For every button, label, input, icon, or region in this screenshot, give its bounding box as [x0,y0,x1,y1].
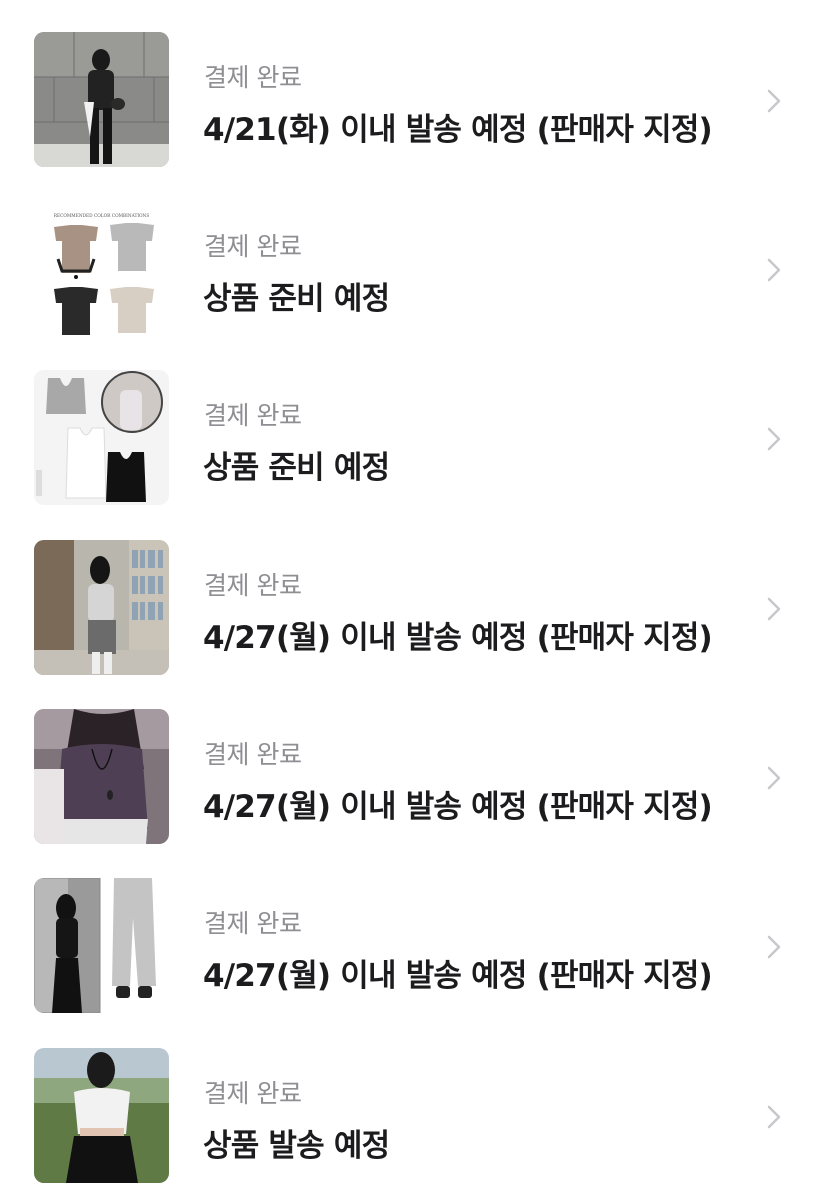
product-thumbnail[interactable] [34,540,169,675]
shipping-detail: 4/27(월) 이내 발송 예정 (판매자 지정) [203,958,713,994]
shipping-detail: 4/21(화) 이내 발송 예정 (판매자 지정) [203,112,713,148]
product-thumbnail[interactable] [34,370,169,505]
product-thumbnail[interactable] [34,709,169,844]
payment-status: 결제 완료 [204,232,302,261]
order-item[interactable]: 결제 완료 4/27(월) 이내 발송 예정 (판매자 지정) [0,878,825,1014]
shipping-detail: 상품 발송 예정 [203,1128,390,1164]
chevron-right-icon[interactable] [766,88,782,114]
payment-status: 결제 완료 [204,63,302,92]
shipping-detail: 4/27(월) 이내 발송 예정 (판매자 지정) [203,620,713,656]
chevron-right-icon[interactable] [766,934,782,960]
order-item[interactable]: RECOMMENDED COLOR COMBINATIONS 결제 완료 상품 … [0,201,825,337]
chevron-right-icon[interactable] [766,1104,782,1130]
chevron-right-icon[interactable] [766,426,782,452]
chevron-right-icon[interactable] [766,257,782,283]
thumbnail-caption: RECOMMENDED COLOR COMBINATIONS [54,214,150,219]
payment-status: 결제 완료 [204,909,302,938]
product-thumbnail[interactable] [34,32,169,167]
order-item[interactable]: 결제 완료 4/27(월) 이내 발송 예정 (판매자 지정) [0,709,825,845]
payment-status: 결제 완료 [204,401,302,430]
shipping-detail: 상품 준비 예정 [203,450,390,486]
payment-status: 결제 완료 [204,1079,302,1108]
product-thumbnail[interactable] [34,878,169,1013]
product-thumbnail[interactable] [34,1048,169,1183]
product-thumbnail[interactable]: RECOMMENDED COLOR COMBINATIONS [34,201,169,336]
payment-status: 결제 완료 [204,740,302,769]
payment-status: 결제 완료 [204,571,302,600]
order-item[interactable]: 결제 완료 4/21(화) 이내 발송 예정 (판매자 지정) [0,32,825,168]
shipping-detail: 4/27(월) 이내 발송 예정 (판매자 지정) [203,789,713,825]
chevron-right-icon[interactable] [766,596,782,622]
shipping-detail: 상품 준비 예정 [203,281,390,317]
order-item[interactable]: 결제 완료 4/27(월) 이내 발송 예정 (판매자 지정) [0,540,825,676]
chevron-right-icon[interactable] [766,765,782,791]
order-item[interactable]: 결제 완료 상품 발송 예정 [0,1048,825,1184]
order-item[interactable]: 결제 완료 상품 준비 예정 [0,370,825,506]
